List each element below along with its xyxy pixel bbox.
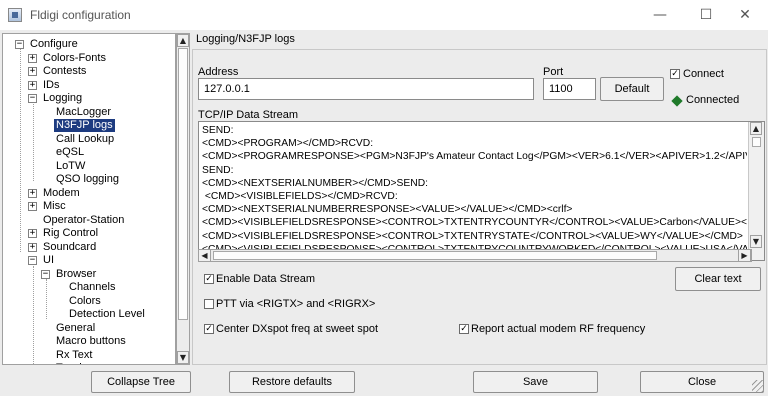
save-button[interactable]: Save (473, 371, 598, 393)
close-button[interactable]: Close (640, 371, 764, 393)
connected-status-label: Connected (686, 94, 740, 106)
tree-guide-line (33, 266, 34, 364)
app-icon (8, 8, 22, 22)
restore-defaults-button[interactable]: Restore defaults (229, 371, 355, 393)
ptt-checkbox[interactable] (204, 299, 214, 309)
stream-label: TCP/IP Data Stream (198, 109, 299, 121)
port-input[interactable]: 1100 (543, 78, 596, 100)
stream-line: <CMD><NEXTSERIALNUMBER></CMD>SEND: (202, 177, 429, 189)
tree-scrollbar[interactable]: ▲ ▼ (176, 33, 190, 365)
scrollbar-thumb[interactable] (178, 48, 188, 320)
scroll-down-icon[interactable]: ▼ (750, 235, 762, 248)
stream-horizontal-scrollbar[interactable]: ◀ ▶ (198, 249, 752, 262)
tree-guide-line (33, 97, 34, 181)
panel-title: Logging/N3FJP logs (196, 33, 295, 45)
scrollbar-thumb[interactable] (752, 137, 761, 147)
expand-icon[interactable]: + (28, 229, 37, 238)
center-dx-label: Center DXspot freq at sweet spot (216, 323, 379, 335)
expand-icon[interactable]: + (28, 67, 37, 76)
close-icon[interactable]: ✕ (722, 0, 768, 30)
scroll-up-icon[interactable]: ▲ (750, 122, 762, 135)
stream-line: SEND: (202, 125, 234, 136)
port-label: Port (543, 66, 564, 78)
collapse-icon[interactable]: − (28, 256, 37, 265)
tree-item-label: Rig Control (43, 227, 99, 239)
tree-item-label: UI (43, 254, 54, 266)
tree-item-label: Macro buttons (56, 335, 126, 347)
stream-line: SEND: (202, 164, 234, 176)
report-rf-checkbox[interactable]: ✓ (459, 324, 469, 334)
tree-item-label: Channels (69, 281, 116, 293)
default-button[interactable]: Default (600, 77, 664, 101)
tree-item-label: MacLogger (56, 105, 112, 118)
tree-item-label: Detection Level (69, 308, 145, 320)
clear-text-button[interactable]: Clear text (675, 267, 761, 291)
connect-checkbox[interactable]: ✓ (670, 69, 680, 79)
scroll-left-icon[interactable]: ◀ (198, 249, 211, 262)
tree-item-label: Rx Text (56, 348, 93, 361)
expand-icon[interactable]: + (28, 202, 37, 211)
enable-stream-label: Enable Data Stream (216, 273, 316, 285)
stream-line: <CMD><NEXTSERIALNUMBERRESPONSE><VALUE></… (202, 204, 573, 216)
minimize-icon[interactable]: — (637, 0, 683, 30)
stream-lines: SEND: <CMD><PROGRAM></CMD>RCVD: <CMD><PROG… (202, 124, 747, 256)
collapse-tree-button[interactable]: Collapse Tree (91, 371, 191, 393)
tree-item-label: Touch (56, 362, 85, 364)
address-input[interactable]: 127.0.0.1 (198, 78, 534, 100)
scroll-down-icon[interactable]: ▼ (177, 351, 189, 364)
tree-item-label: IDs (43, 78, 60, 91)
tree-item-label: Configure (30, 38, 78, 50)
expand-icon[interactable]: + (28, 188, 37, 198)
tree-item-label: N3FJP logs (54, 119, 115, 132)
stream-vertical-scrollbar[interactable]: ▲ ▼ (748, 122, 764, 260)
tree-item-label: Operator-Station (43, 213, 125, 226)
window-title: Fldigi configuration (30, 8, 131, 22)
title-bar: Fldigi configuration — ☐ ✕ (0, 0, 768, 30)
expand-icon[interactable]: + (28, 53, 37, 63)
tree-item-label: General (56, 321, 96, 334)
tree-item-label: eQSL (56, 146, 85, 158)
tree-guide-line (46, 279, 47, 319)
resize-grip-icon[interactable] (752, 380, 764, 392)
tree-item-label: Colors (69, 294, 101, 307)
data-stream-text[interactable]: SEND: <CMD><PROGRAM></CMD>RCVD: <CMD><PROG… (198, 121, 765, 261)
stream-line: <CMD><PROGRAM></CMD>RCVD: (202, 138, 374, 150)
stream-line: <CMD><VISIBLEFIELDS></CMD>RCVD: (202, 191, 398, 203)
center-dx-checkbox[interactable]: ✓ (204, 324, 214, 334)
report-rf-label: Report actual modem RF frequency (471, 323, 646, 335)
tree-item-label: Modem (43, 186, 80, 199)
tree-guide-line (20, 44, 21, 252)
scroll-right-icon[interactable]: ▶ (738, 249, 751, 262)
tree-item-label: Soundcard (43, 240, 97, 253)
expand-icon[interactable]: + (28, 80, 37, 90)
ptt-label: PTT via <RIGTX> and <RIGRX> (216, 298, 376, 310)
expand-icon[interactable]: + (28, 242, 37, 252)
tree-item-label: Logging (43, 92, 83, 104)
tree-item-label: Browser (56, 267, 97, 280)
config-tree[interactable]: − Configure + Colors-Fonts + Contests + IDs − Log… (2, 33, 176, 365)
address-label: Address (198, 66, 239, 78)
scroll-up-icon[interactable]: ▲ (177, 34, 189, 47)
tree-item-label: QSO logging (56, 173, 119, 185)
stream-line: <CMD><VISIBLEFIELDSRESPONSE><CONTROL>TXT… (202, 217, 747, 229)
collapse-icon[interactable]: − (28, 94, 37, 103)
tree-item-label: Misc (43, 200, 66, 212)
collapse-icon[interactable]: − (15, 40, 24, 49)
stream-line: <CMD><PROGRAMRESPONSE><PGM>N3FJP's Amate… (202, 151, 747, 163)
tree-item-label: Call Lookup (56, 132, 115, 145)
connect-label: Connect (683, 68, 724, 80)
tree-item-label: Colors-Fonts (43, 51, 106, 64)
tree-item-label: LoTW (56, 159, 86, 172)
tree-item-label: Contests (43, 65, 87, 77)
collapse-icon[interactable]: − (41, 269, 50, 279)
dialog-body: − Configure + Colors-Fonts + Contests + IDs − Log… (0, 30, 768, 396)
stream-line: <CMD><VISIBLEFIELDSRESPONSE><CONTROL>TXT… (202, 230, 743, 242)
enable-stream-checkbox[interactable]: ✓ (204, 274, 214, 284)
scrollbar-thumb[interactable] (213, 251, 657, 260)
